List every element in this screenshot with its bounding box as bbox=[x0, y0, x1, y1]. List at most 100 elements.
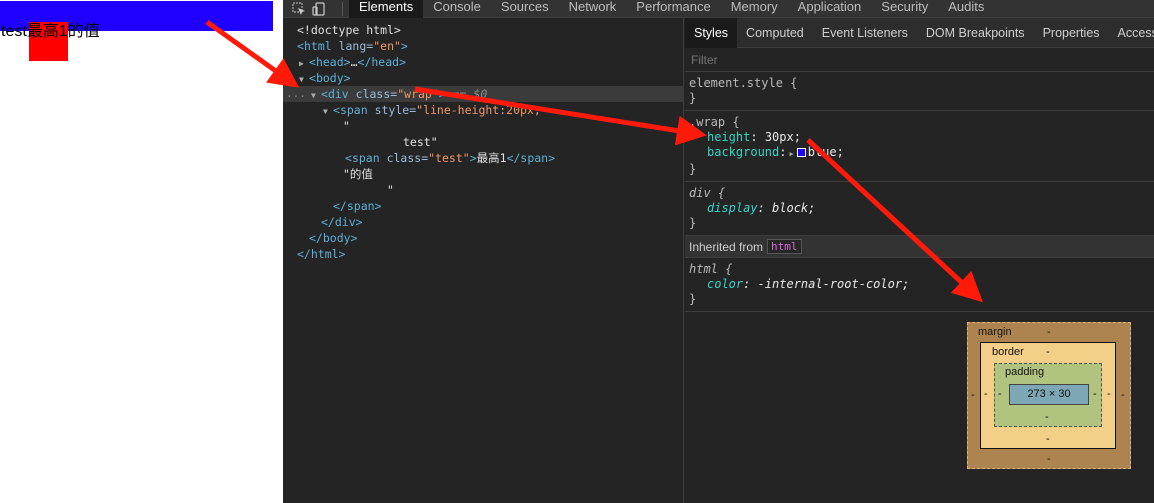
preview-text: test最高1的值 bbox=[1, 23, 100, 40]
prop-name: height bbox=[707, 130, 751, 144]
inherited-label: Inherited from bbox=[689, 239, 764, 254]
sidebar-tabs: Styles Computed Event Listeners DOM Brea… bbox=[685, 17, 1154, 48]
tab-network[interactable]: Network bbox=[559, 0, 627, 18]
dom-html-close[interactable]: </html> bbox=[283, 246, 684, 262]
rule-close-brace: } bbox=[689, 162, 697, 176]
padding-left-value[interactable]: - bbox=[998, 388, 1002, 400]
prop-value: blue; bbox=[807, 145, 844, 159]
prop-value: block; bbox=[772, 201, 816, 215]
tab-elements[interactable]: Elements bbox=[349, 0, 424, 18]
rule-div-useragent[interactable]: div { display: block; } bbox=[685, 182, 1154, 236]
subtab-accessibility[interactable]: Access bbox=[1109, 18, 1154, 48]
margin-bottom-value[interactable]: - bbox=[1047, 453, 1051, 465]
lang-value: "en" bbox=[373, 39, 401, 53]
rule-element-style[interactable]: element.style { } bbox=[685, 72, 1154, 111]
lang-attr: lang bbox=[338, 39, 367, 53]
subtab-event-listeners[interactable]: Event Listeners bbox=[813, 18, 917, 48]
box-model-content[interactable]: 273 × 30 bbox=[1009, 384, 1089, 405]
border-bottom-value[interactable]: - bbox=[1046, 433, 1050, 445]
tab-audits[interactable]: Audits bbox=[938, 0, 994, 18]
class-attr: class bbox=[355, 87, 391, 101]
rule-close-brace: } bbox=[689, 216, 697, 230]
span-tag: span bbox=[351, 151, 380, 165]
prop-name: display bbox=[707, 201, 758, 215]
dom-div-close[interactable]: </div> bbox=[283, 214, 684, 230]
tab-sources[interactable]: Sources bbox=[491, 0, 559, 18]
padding-bottom-value[interactable]: - bbox=[1045, 411, 1049, 423]
filter-row bbox=[685, 48, 1154, 72]
span-tag: span bbox=[339, 103, 368, 117]
tab-performance[interactable]: Performance bbox=[626, 0, 720, 18]
dom-text-test[interactable]: test" bbox=[283, 134, 684, 150]
prop-name: background bbox=[707, 145, 780, 159]
row-ellipsis-icon[interactable]: ... bbox=[286, 86, 306, 102]
padding-label: padding bbox=[1005, 366, 1045, 378]
dom-body[interactable]: ▼ <body> bbox=[283, 70, 684, 86]
subtab-dom-breakpoints[interactable]: DOM Breakpoints bbox=[917, 18, 1034, 48]
page-preview: test最高1的值 bbox=[0, 0, 283, 503]
tab-security[interactable]: Security bbox=[871, 0, 938, 18]
tab-application[interactable]: Application bbox=[788, 0, 872, 18]
text-node-quote: " bbox=[343, 119, 350, 133]
dom-body-close[interactable]: </body> bbox=[283, 230, 684, 246]
text-node-quote: " bbox=[387, 183, 394, 197]
rule-selector: element.style { bbox=[689, 76, 798, 90]
border-label: border bbox=[992, 346, 1024, 358]
prop-height[interactable]: height: 30px; bbox=[689, 130, 1150, 145]
span-inner-text: 最高1 bbox=[476, 151, 507, 165]
span-close-tag: </span> bbox=[333, 199, 382, 213]
div-tag: div bbox=[327, 87, 349, 101]
dom-span-close[interactable]: </span> bbox=[283, 198, 684, 214]
div-class-value: "wrap" bbox=[397, 87, 439, 101]
inherited-node-link[interactable]: html bbox=[767, 239, 802, 254]
class-attr: class bbox=[386, 151, 422, 165]
head-tag: head bbox=[315, 55, 344, 69]
tab-console[interactable]: Console bbox=[423, 0, 491, 18]
dom-div-wrap[interactable]: ... ▼ <div class="wrap"> == $0 bbox=[283, 86, 684, 102]
dom-span-outer[interactable]: ▼ <span style="line-height:20px; bbox=[283, 102, 684, 118]
tab-memory[interactable]: Memory bbox=[721, 0, 788, 18]
body-tag: body bbox=[315, 71, 344, 85]
border-left-value[interactable]: - bbox=[984, 388, 988, 400]
dom-html-open[interactable]: <html lang="en"> bbox=[283, 38, 684, 54]
expand-shorthand-icon[interactable]: ▶ bbox=[789, 150, 793, 158]
rule-selector: .wrap { bbox=[689, 115, 740, 129]
styles-filter-input[interactable] bbox=[691, 52, 1131, 67]
dom-text-open-quote[interactable]: " bbox=[283, 118, 684, 134]
html-tag-name: html bbox=[303, 39, 332, 53]
color-swatch-icon[interactable] bbox=[796, 148, 806, 157]
style-attr: style bbox=[374, 103, 410, 117]
padding-right-value[interactable]: - bbox=[1093, 388, 1097, 400]
doctype-text: <!doctype html> bbox=[297, 23, 401, 37]
subtab-properties[interactable]: Properties bbox=[1034, 18, 1109, 48]
toolbar-divider bbox=[342, 1, 343, 16]
rule-html-useragent[interactable]: html { color: -internal-root-color; } bbox=[685, 258, 1154, 312]
span-class-value: "test" bbox=[428, 151, 470, 165]
text-node-test: test" bbox=[403, 135, 438, 149]
dom-text-after[interactable]: "的值 bbox=[283, 166, 684, 182]
selected-node-marker: == $0 bbox=[452, 87, 488, 101]
subtab-styles[interactable]: Styles bbox=[685, 17, 738, 48]
subtab-computed[interactable]: Computed bbox=[737, 18, 813, 48]
margin-top-value[interactable]: - bbox=[1047, 326, 1051, 338]
rule-wrap[interactable]: .wrap { height: 30px; background: ▶ blue; … bbox=[685, 111, 1154, 182]
prop-value: 30px; bbox=[764, 130, 801, 144]
margin-left-value[interactable]: - bbox=[971, 389, 975, 401]
dom-span-test[interactable]: <span class="test">最高1</span> bbox=[283, 150, 684, 166]
margin-right-value[interactable]: - bbox=[1121, 389, 1125, 401]
inspect-element-icon[interactable] bbox=[292, 1, 308, 16]
dom-text-close-quote[interactable]: " bbox=[283, 182, 684, 198]
dom-doctype[interactable]: <!doctype html> bbox=[283, 22, 684, 38]
prop-value: -internal-root-color; bbox=[757, 277, 910, 291]
head-collapsed: … bbox=[350, 55, 358, 69]
border-right-value[interactable]: - bbox=[1107, 388, 1111, 400]
span-close-tag: </span> bbox=[506, 151, 556, 165]
prop-background[interactable]: background: ▶ blue; bbox=[689, 145, 1150, 162]
body-close-tag: </body> bbox=[309, 231, 358, 245]
prop-display: display: block; bbox=[707, 201, 816, 215]
span-style-value: "line-height:20px; bbox=[416, 103, 541, 117]
text-node-after: "的值 bbox=[343, 167, 373, 181]
device-toolbar-icon[interactable] bbox=[312, 1, 328, 16]
border-top-value[interactable]: - bbox=[1046, 346, 1050, 358]
dom-head[interactable]: ▶ <head>…</head> bbox=[283, 54, 684, 70]
